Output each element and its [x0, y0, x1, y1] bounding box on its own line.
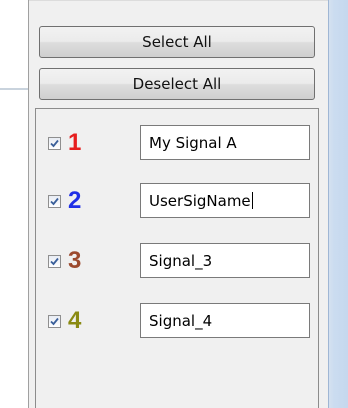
window-edge: [328, 0, 348, 408]
signal-4-checkbox[interactable]: [48, 315, 61, 328]
signal-1-name-field[interactable]: My Signal A: [140, 125, 310, 160]
select-all-button[interactable]: Select All: [39, 26, 315, 58]
signal-4-name-field[interactable]: Signal_4: [140, 303, 310, 338]
signal-3-name-text: Signal_3: [149, 251, 213, 270]
check-icon: [50, 317, 59, 326]
signal-panel: Select All Deselect All 1 My Signal A 2 …: [28, 0, 329, 408]
signal-2-number: 2: [68, 187, 82, 214]
left-divider-shadow: [0, 90, 28, 91]
check-icon: [50, 197, 59, 206]
signal-2-name-field[interactable]: UserSigName: [140, 183, 310, 218]
deselect-all-button[interactable]: Deselect All: [39, 68, 315, 100]
signal-3-name-field[interactable]: Signal_3: [140, 243, 310, 278]
text-caret: [251, 192, 253, 209]
signal-1-number: 1: [68, 129, 82, 156]
check-icon: [50, 139, 59, 148]
signal-4-number: 4: [68, 307, 82, 334]
window-edge-line: [328, 0, 329, 408]
signal-4-name-text: Signal_4: [149, 311, 213, 330]
signal-list-group: 1 My Signal A 2 UserSigName 3 Signal_3 4…: [35, 108, 319, 408]
signal-row-2: 2 UserSigName: [36, 181, 320, 221]
check-icon: [50, 257, 59, 266]
signal-1-name-text: My Signal A: [149, 133, 237, 152]
signal-1-checkbox[interactable]: [48, 137, 61, 150]
signal-2-name-text: UserSigName: [149, 191, 251, 210]
signal-row-3: 3 Signal_3: [36, 241, 320, 281]
signal-row-4: 4 Signal_4: [36, 301, 320, 341]
panel-top-border: [29, 0, 329, 1]
signal-row-1: 1 My Signal A: [36, 123, 320, 163]
signal-3-checkbox[interactable]: [48, 255, 61, 268]
signal-2-checkbox[interactable]: [48, 195, 61, 208]
signal-3-number: 3: [68, 247, 82, 274]
